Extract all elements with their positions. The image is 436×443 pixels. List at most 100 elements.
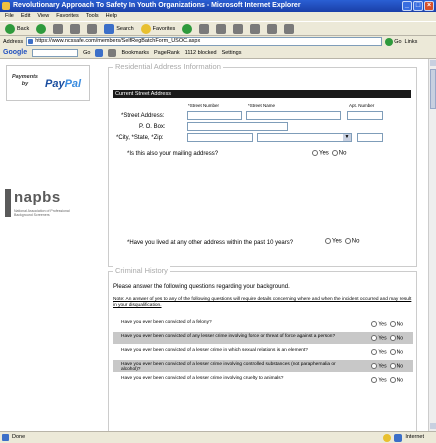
radio-icon <box>312 150 318 156</box>
question-radio-group: Yes No <box>371 349 403 355</box>
answer-yes[interactable]: Yes <box>371 349 387 355</box>
popup-blocked-count[interactable]: 1112 blocked <box>185 50 217 56</box>
street-number-input[interactable] <box>187 111 242 120</box>
vertical-scrollbar[interactable] <box>428 59 436 431</box>
answer-yes[interactable]: Yes <box>371 377 387 383</box>
menu-tools[interactable]: Tools <box>86 12 99 21</box>
radio-icon <box>389 335 396 341</box>
mailing-yes-option[interactable]: Yes <box>312 150 329 157</box>
edit-icon <box>233 23 244 34</box>
scroll-down-arrow-icon[interactable] <box>430 423 436 429</box>
menu-view[interactable]: View <box>37 12 49 21</box>
radio-icon <box>389 349 396 355</box>
paypal-badge[interactable]: Payments by PayPal <box>6 65 90 101</box>
window-title-bar: Revolutionary Approach To Safety In Yout… <box>0 0 436 12</box>
street-number-column-label: *Street Number <box>188 103 220 108</box>
po-box-input[interactable] <box>187 122 288 131</box>
stop-button[interactable] <box>51 23 65 34</box>
napbs-subtitle: National Association of Professional Bac… <box>14 209 70 217</box>
google-bookmarks[interactable]: Bookmarks <box>121 50 149 56</box>
minimize-button[interactable]: _ <box>402 1 412 11</box>
discuss-button[interactable] <box>248 23 262 34</box>
po-box-label: P. O. Box: <box>139 124 166 130</box>
menu-favorites[interactable]: Favorites <box>56 12 79 21</box>
edit-button[interactable] <box>231 23 245 34</box>
state-select[interactable]: ▼ <box>257 133 352 142</box>
answer-yes[interactable]: Yes <box>371 363 387 369</box>
apt-number-input[interactable] <box>347 111 383 120</box>
messenger-button[interactable] <box>282 23 296 34</box>
print-button[interactable] <box>214 23 228 34</box>
radio-icon <box>371 377 378 383</box>
print-icon <box>216 23 227 34</box>
google-search-icon[interactable] <box>95 48 104 57</box>
google-toolbar: Google Go Bookmarks PageRank 1112 blocke… <box>0 47 436 59</box>
discuss-icon <box>250 23 261 34</box>
answer-no[interactable]: No <box>389 377 403 383</box>
past-yes-option[interactable]: Yes <box>325 238 342 245</box>
paypal-caption: Payments by <box>12 74 38 87</box>
address-input[interactable]: https://www.ncssafe.com/members/SelfRegB… <box>26 37 383 46</box>
question-text: Have you ever been convicted of a lesser… <box>121 348 308 353</box>
answer-no[interactable]: No <box>389 321 403 327</box>
refresh-button[interactable] <box>68 23 82 34</box>
scroll-up-arrow-icon[interactable] <box>430 60 436 66</box>
city-input[interactable] <box>187 133 253 142</box>
street-name-input[interactable] <box>246 111 341 120</box>
window-title: Revolutionary Approach To Safety In Yout… <box>13 2 301 9</box>
past-no-option[interactable]: No <box>344 238 359 245</box>
google-search-input[interactable] <box>32 48 79 57</box>
radio-icon <box>371 349 378 355</box>
answer-yes[interactable]: Yes <box>371 335 387 341</box>
radio-icon <box>389 363 396 369</box>
question-row-animals: Have you ever been convicted of a lesser… <box>113 374 413 386</box>
answer-yes[interactable]: Yes <box>371 321 387 327</box>
google-logo[interactable]: Google <box>3 49 27 56</box>
radio-icon <box>389 377 396 383</box>
scrollbar-thumb[interactable] <box>430 69 436 109</box>
menu-file[interactable]: File <box>5 12 14 21</box>
back-button[interactable]: Back <box>3 23 31 34</box>
answer-no[interactable]: No <box>389 335 403 341</box>
maximize-button[interactable]: □ <box>413 1 423 11</box>
research-button[interactable] <box>265 23 279 34</box>
street-address-label: *Street Address: <box>121 113 165 119</box>
question-row-substances: Have you ever been convicted of a lesser… <box>113 360 413 372</box>
links-label[interactable]: Links <box>405 39 418 45</box>
go-button[interactable]: Go <box>385 37 402 46</box>
answer-no[interactable]: No <box>389 349 403 355</box>
lock-icon <box>383 433 392 442</box>
favorites-star-icon <box>140 23 151 34</box>
history-button[interactable] <box>180 23 194 34</box>
search-button[interactable]: Search <box>102 23 135 34</box>
stop-icon <box>53 23 64 34</box>
question-row-felony: Have you ever been convicted of a felony… <box>113 318 413 330</box>
google-news-icon[interactable] <box>108 48 117 57</box>
google-pagerank[interactable]: PageRank <box>154 50 180 56</box>
criminal-intro: Please answer the following questions re… <box>113 284 290 290</box>
napbs-logo-block[interactable]: napbs National Association of Profession… <box>5 185 93 225</box>
zip-input[interactable] <box>357 133 383 142</box>
menu-help[interactable]: Help <box>106 12 117 21</box>
research-icon <box>267 23 278 34</box>
apt-number-column-label: Apt. Number <box>349 103 375 108</box>
answer-no[interactable]: No <box>389 363 403 369</box>
mailing-no-option[interactable]: No <box>331 150 346 157</box>
city-state-zip-label: *City, *State, *Zip: <box>116 135 164 141</box>
security-zone[interactable]: Internet <box>383 432 424 443</box>
past-address-question: *Have you lived at any other address wit… <box>127 240 294 246</box>
question-text: Have you ever been convicted of any less… <box>121 334 336 339</box>
back-arrow-icon <box>5 23 15 34</box>
browser-toolbar: Back Search Favorites <box>0 21 436 36</box>
favorites-button[interactable]: Favorites <box>139 23 178 34</box>
menu-edit[interactable]: Edit <box>21 12 30 21</box>
forward-button[interactable] <box>34 23 48 34</box>
google-settings[interactable]: Settings <box>222 50 242 56</box>
address-label: Address <box>3 38 24 45</box>
close-button[interactable]: × <box>424 1 434 11</box>
home-icon <box>87 23 98 34</box>
google-go-button[interactable]: Go <box>83 50 90 56</box>
home-button[interactable] <box>85 23 99 34</box>
street-name-column-label: *Street Name <box>248 103 276 108</box>
mail-button[interactable] <box>197 23 211 34</box>
